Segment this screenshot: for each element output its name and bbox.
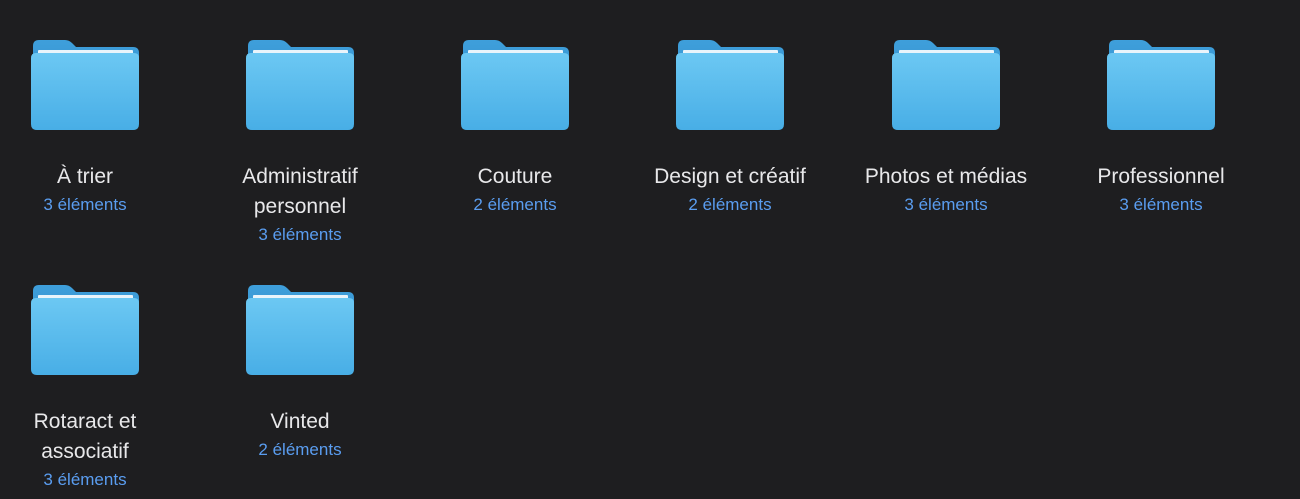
folder-icon [1105, 40, 1217, 132]
folder-grid: À trier 3 éléments Administratif personn… [0, 0, 1300, 499]
folder-item-design-et-creatif[interactable]: Design et créatif 2 éléments [630, 40, 830, 220]
folder-name: Administratif personnel [242, 165, 358, 218]
folder-name: Professionnel [1097, 165, 1225, 188]
folder-item-administratif-personnel[interactable]: Administratif personnel 3 éléments [200, 40, 400, 250]
folder-name: Design et créatif [654, 165, 806, 188]
folder-icon [244, 285, 356, 377]
folder-icon [890, 40, 1002, 132]
folder-count: 3 éléments [43, 195, 127, 214]
folder-item-professionnel[interactable]: Professionnel 3 éléments [1061, 40, 1261, 220]
folder-name: Couture [477, 165, 553, 188]
folder-count: 2 éléments [473, 195, 557, 214]
folder-count: 3 éléments [43, 470, 127, 489]
folder-name: Photos et médias [864, 165, 1028, 188]
folder-item-rotaract-et-associatif[interactable]: Rotaract et associatif 3 éléments [0, 285, 185, 495]
folder-item-a-trier[interactable]: À trier 3 éléments [0, 40, 185, 220]
folder-icon [459, 40, 571, 132]
folder-count: 3 éléments [904, 195, 988, 214]
folder-item-vinted[interactable]: Vinted 2 éléments [200, 285, 400, 465]
folder-count: 3 éléments [258, 225, 342, 244]
folder-icon [674, 40, 786, 132]
folder-item-photos-et-medias[interactable]: Photos et médias 3 éléments [846, 40, 1046, 220]
folder-count: 2 éléments [258, 440, 342, 459]
folder-item-couture[interactable]: Couture 2 éléments [415, 40, 615, 220]
folder-count: 2 éléments [688, 195, 772, 214]
folder-name: Rotaract et associatif [33, 410, 137, 463]
folder-icon [244, 40, 356, 132]
folder-icon [29, 285, 141, 377]
folder-icon [29, 40, 141, 132]
folder-count: 3 éléments [1119, 195, 1203, 214]
folder-name: Vinted [270, 410, 330, 433]
folder-name: À trier [56, 165, 113, 188]
